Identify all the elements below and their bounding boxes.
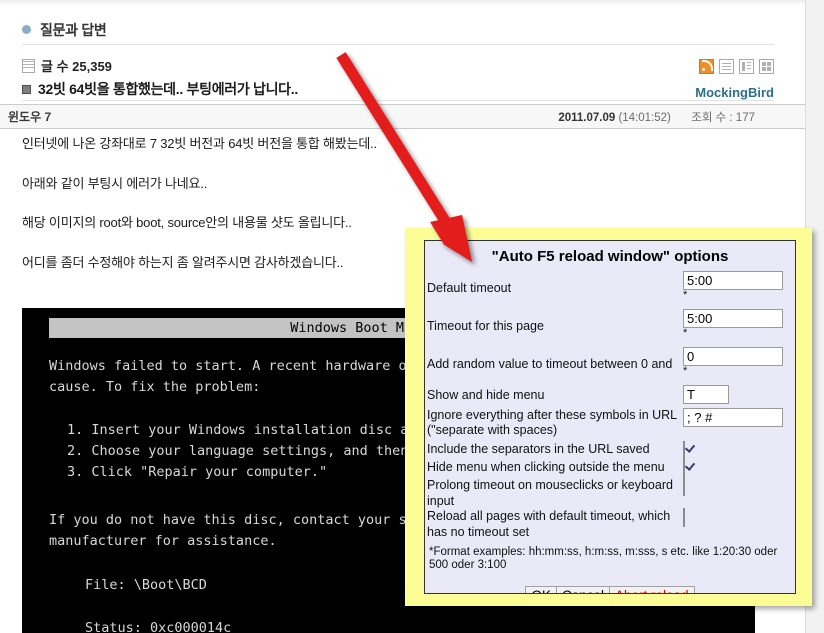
split-view-icon[interactable] — [739, 59, 754, 74]
show-hide-menu-input[interactable] — [683, 385, 729, 404]
field-note: * — [683, 327, 688, 339]
field-label-random-timeout: Add random value to timeout between 0 an… — [427, 357, 673, 371]
post-meta-bar: 윈도우 7 2011.07.09 (14:01:52) 조회 수 : 177 — [0, 104, 805, 129]
post-meta-right: 2011.07.09 (14:01:52) 조회 수 : 177 — [558, 109, 755, 125]
cancel-button[interactable]: Cancel — [556, 586, 610, 593]
post-date: 2011.07.09 — [558, 111, 616, 124]
field-label-ignore-symbols: Ignore everything after these symbols in… — [427, 408, 677, 437]
post-views: 조회 수 : 177 — [691, 111, 755, 124]
dialog-button-row[interactable]: OK Cancel Abort reload — [425, 586, 795, 593]
view-mode-icons[interactable] — [699, 59, 774, 74]
page-timeout-input[interactable] — [683, 309, 783, 328]
board-title: 질문과 답변 — [22, 15, 774, 44]
grid-view-icon[interactable] — [759, 59, 774, 74]
bullet-dot-icon — [22, 25, 31, 34]
checkbox-label-hide-menu: Hide menu when clicking outside the menu — [427, 460, 665, 474]
board-title-label: 질문과 답변 — [40, 21, 107, 38]
hide-menu-checkbox[interactable] — [683, 459, 685, 478]
checkbox-label-reload-all-pages: Reload all pages with default timeout, w… — [427, 509, 671, 539]
dialog-title: "Auto F5 reload window" options — [491, 248, 729, 265]
post-author[interactable]: MockingBird — [695, 85, 774, 100]
rss-icon[interactable] — [699, 59, 714, 74]
prolong-timeout-checkbox[interactable] — [683, 477, 685, 496]
checkbox-label-include-separators: Include the separators in the URL saved — [427, 442, 650, 456]
post-title: 32빗 64빗을 통합했는데.. 부팅에러가 납니다.. — [22, 79, 298, 99]
default-timeout-input[interactable] — [683, 271, 783, 290]
field-label-show-hide-menu: Show and hide menu — [427, 388, 545, 402]
dialog-format-note: *Format examples: hh:mm:ss, h:m:ss, m:ss… — [429, 546, 778, 571]
random-timeout-input[interactable] — [683, 347, 783, 366]
reload-all-pages-checkbox[interactable] — [683, 508, 685, 527]
field-label-default-timeout: Default timeout — [427, 281, 512, 295]
list-view-icon[interactable] — [719, 59, 734, 74]
browser-top-fade — [0, 0, 805, 6]
post-category-label: 윈도우 7 — [8, 110, 52, 124]
divider-above-meta — [22, 100, 774, 101]
document-count-label: 글 수 25,359 — [41, 59, 112, 74]
post-title-label: 32빗 64빗을 통합했는데.. 부팅에러가 납니다.. — [38, 81, 298, 97]
dialog-fields: Default timeout * Timeout for this page … — [425, 271, 795, 540]
ok-button[interactable]: OK — [525, 586, 557, 593]
document-count: 글 수 25,359 — [22, 56, 112, 75]
page-root: 질문과 답변 글 수 25,359 32빗 64빗을 통합했는데.. 부팅에러가… — [0, 0, 824, 633]
post-paragraph: 인터넷에 나온 강좌대로 7 32빗 버전과 64빗 버전을 통합 해봤는데.. — [22, 136, 377, 151]
post-paragraph: 아래와 같이 부팅시 에러가 나네요.. — [22, 175, 208, 191]
console-status-line: Status: 0xc000014c — [85, 620, 232, 633]
field-label-page-timeout: Timeout for this page — [427, 319, 544, 333]
field-note: * — [683, 365, 688, 377]
checkbox-label-prolong-timeout: Prolong timeout on mouseclicks or keyboa… — [427, 478, 673, 508]
divider-under-board-title — [22, 44, 774, 45]
post-time: (14:01:52) — [618, 111, 671, 124]
auto-f5-options-dialog[interactable]: "Auto F5 reload window" options Default … — [424, 240, 796, 594]
ignore-symbols-input[interactable] — [683, 408, 783, 427]
field-note: * — [683, 289, 688, 301]
include-separators-checkbox[interactable] — [683, 441, 685, 460]
list-icon — [22, 58, 35, 73]
console-file-line: File: \Boot\BCD — [85, 577, 207, 593]
square-bullet-icon — [22, 84, 31, 94]
abort-reload-button[interactable]: Abort reload — [610, 586, 695, 593]
